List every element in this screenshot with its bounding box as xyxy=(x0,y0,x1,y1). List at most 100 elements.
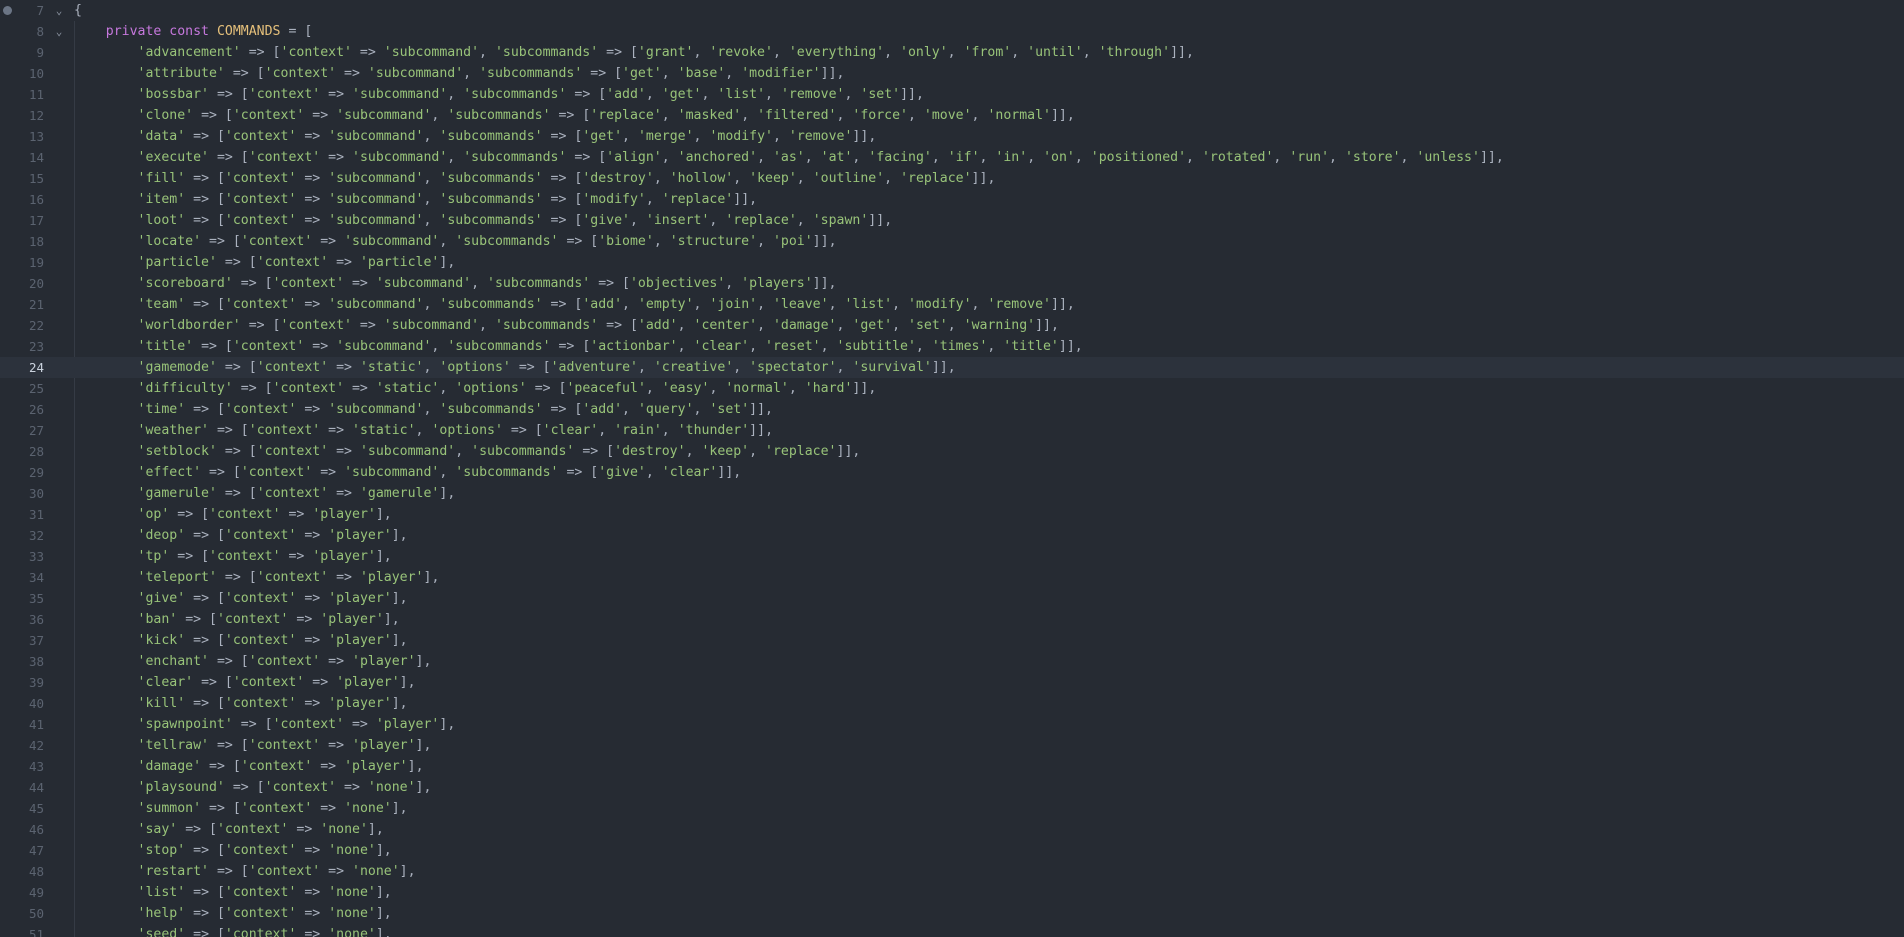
code-text: 'item' => ['context' => 'subcommand', 's… xyxy=(137,192,758,207)
code-line[interactable]: 7 ⌄ { xyxy=(0,0,1904,21)
code-text: 'enchant' => ['context' => 'player'], xyxy=(137,654,432,669)
code-line[interactable]: 17 'loot' => ['context' => 'subcommand',… xyxy=(0,210,1904,231)
code-line[interactable]: 26 'time' => ['context' => 'subcommand',… xyxy=(0,399,1904,420)
line-number: 23 xyxy=(28,339,44,354)
code-line[interactable]: 19 'particle' => ['context' => 'particle… xyxy=(0,252,1904,273)
code-line[interactable]: 48 'restart' => ['context' => 'none'], xyxy=(0,861,1904,882)
code-line[interactable]: 30 'gamerule' => ['context' => 'gamerule… xyxy=(0,483,1904,504)
code-editor[interactable]: 7 ⌄ {8 ⌄ private const COMMANDS = [9 'advan… xyxy=(0,0,1904,937)
code-line[interactable]: 16 'item' => ['context' => 'subcommand',… xyxy=(0,189,1904,210)
code-text: 'bossbar' => ['context' => 'subcommand',… xyxy=(137,87,924,102)
code-line[interactable]: 34 'teleport' => ['context' => 'player']… xyxy=(0,567,1904,588)
code-line[interactable]: 38 'enchant' => ['context' => 'player'], xyxy=(0,651,1904,672)
code-text: 'help' => ['context' => 'none'], xyxy=(137,906,392,921)
code-line[interactable]: 41 'spawnpoint' => ['context' => 'player… xyxy=(0,714,1904,735)
code-text: 'give' => ['context' => 'player'], xyxy=(137,591,408,606)
code-line[interactable]: 25 'difficulty' => ['context' => 'static… xyxy=(0,378,1904,399)
line-number: 8 xyxy=(36,24,44,39)
line-number: 11 xyxy=(28,87,44,102)
code-line[interactable]: 33 'tp' => ['context' => 'player'], xyxy=(0,546,1904,567)
code-line[interactable]: 21 'team' => ['context' => 'subcommand',… xyxy=(0,294,1904,315)
line-number: 22 xyxy=(28,318,44,333)
code-text: 'gamemode' => ['context' => 'static', 'o… xyxy=(137,360,956,375)
line-number: 36 xyxy=(28,612,44,627)
line-number: 40 xyxy=(28,696,44,711)
code-line[interactable]: 20 'scoreboard' => ['context' => 'subcom… xyxy=(0,273,1904,294)
line-number: 44 xyxy=(28,780,44,795)
code-text: 'deop' => ['context' => 'player'], xyxy=(137,528,408,543)
code-line[interactable]: 29 'effect' => ['context' => 'subcommand… xyxy=(0,462,1904,483)
line-number: 48 xyxy=(28,864,44,879)
line-number: 17 xyxy=(28,213,44,228)
code-line[interactable]: 23 'title' => ['context' => 'subcommand'… xyxy=(0,336,1904,357)
code-text: 'clone' => ['context' => 'subcommand', '… xyxy=(137,108,1075,123)
line-number: 33 xyxy=(28,549,44,564)
fold-chevron-icon[interactable]: ⌄ xyxy=(53,21,65,42)
code-line[interactable]: 18 'locate' => ['context' => 'subcommand… xyxy=(0,231,1904,252)
line-number: 51 xyxy=(28,927,44,937)
code-line[interactable]: 39 'clear' => ['context' => 'player'], xyxy=(0,672,1904,693)
code-line[interactable]: 43 'damage' => ['context' => 'player'], xyxy=(0,756,1904,777)
code-line[interactable]: 22 'worldborder' => ['context' => 'subco… xyxy=(0,315,1904,336)
line-number: 34 xyxy=(28,570,44,585)
code-text: 'difficulty' => ['context' => 'static', … xyxy=(137,381,877,396)
code-line[interactable]: 11 'bossbar' => ['context' => 'subcomman… xyxy=(0,84,1904,105)
line-number: 27 xyxy=(28,423,44,438)
code-line[interactable]: 32 'deop' => ['context' => 'player'], xyxy=(0,525,1904,546)
breakpoint-icon[interactable] xyxy=(3,6,12,15)
code-line[interactable]: 14 'execute' => ['context' => 'subcomman… xyxy=(0,147,1904,168)
line-number: 10 xyxy=(28,66,44,81)
code-line[interactable]: 15 'fill' => ['context' => 'subcommand',… xyxy=(0,168,1904,189)
line-number: 50 xyxy=(28,906,44,921)
code-line[interactable]: 50 'help' => ['context' => 'none'], xyxy=(0,903,1904,924)
code-line[interactable]: 27 'weather' => ['context' => 'static', … xyxy=(0,420,1904,441)
line-number: 21 xyxy=(28,297,44,312)
code-line[interactable]: 28 'setblock' => ['context' => 'subcomma… xyxy=(0,441,1904,462)
code-text: 'stop' => ['context' => 'none'], xyxy=(137,843,392,858)
code-line[interactable]: 47 'stop' => ['context' => 'none'], xyxy=(0,840,1904,861)
code-text: { xyxy=(74,3,82,18)
code-line[interactable]: 44 'playsound' => ['context' => 'none'], xyxy=(0,777,1904,798)
code-line[interactable]: 10 'attribute' => ['context' => 'subcomm… xyxy=(0,63,1904,84)
code-text: 'kick' => ['context' => 'player'], xyxy=(137,633,408,648)
code-line[interactable]: 24 'gamemode' => ['context' => 'static',… xyxy=(0,357,1904,378)
line-number: 19 xyxy=(28,255,44,270)
line-number: 43 xyxy=(28,759,44,774)
line-number: 49 xyxy=(28,885,44,900)
line-number: 35 xyxy=(28,591,44,606)
line-number: 28 xyxy=(28,444,44,459)
code-line[interactable]: 42 'tellraw' => ['context' => 'player'], xyxy=(0,735,1904,756)
code-text: 'execute' => ['context' => 'subcommand',… xyxy=(137,150,1504,165)
code-line[interactable]: 8 ⌄ private const COMMANDS = [ xyxy=(0,21,1904,42)
code-text: 'advancement' => ['context' => 'subcomma… xyxy=(137,45,1194,60)
code-text: 'op' => ['context' => 'player'], xyxy=(137,507,392,522)
code-line[interactable]: 36 'ban' => ['context' => 'player'], xyxy=(0,609,1904,630)
code-text: 'title' => ['context' => 'subcommand', '… xyxy=(137,339,1083,354)
fold-chevron-icon[interactable]: ⌄ xyxy=(53,0,65,21)
code-line[interactable]: 45 'summon' => ['context' => 'none'], xyxy=(0,798,1904,819)
code-line[interactable]: 51 'seed' => ['context' => 'none'], xyxy=(0,924,1904,937)
code-text: 'fill' => ['context' => 'subcommand', 's… xyxy=(137,171,996,186)
line-number: 20 xyxy=(28,276,44,291)
code-line[interactable]: 37 'kick' => ['context' => 'player'], xyxy=(0,630,1904,651)
line-number: 42 xyxy=(28,738,44,753)
code-line[interactable]: 31 'op' => ['context' => 'player'], xyxy=(0,504,1904,525)
line-number: 25 xyxy=(28,381,44,396)
line-number: 32 xyxy=(28,528,44,543)
code-text: 'summon' => ['context' => 'none'], xyxy=(137,801,408,816)
code-text: 'worldborder' => ['context' => 'subcomma… xyxy=(137,318,1059,333)
code-line[interactable]: 9 'advancement' => ['context' => 'subcom… xyxy=(0,42,1904,63)
line-number: 14 xyxy=(28,150,44,165)
code-text: 'tp' => ['context' => 'player'], xyxy=(137,549,392,564)
line-number: 31 xyxy=(28,507,44,522)
code-line[interactable]: 13 'data' => ['context' => 'subcommand',… xyxy=(0,126,1904,147)
code-line[interactable]: 35 'give' => ['context' => 'player'], xyxy=(0,588,1904,609)
code-text: 'attribute' => ['context' => 'subcommand… xyxy=(137,66,845,81)
code-line[interactable]: 46 'say' => ['context' => 'none'], xyxy=(0,819,1904,840)
code-line[interactable]: 12 'clone' => ['context' => 'subcommand'… xyxy=(0,105,1904,126)
code-text: 'playsound' => ['context' => 'none'], xyxy=(137,780,432,795)
code-text: 'locate' => ['context' => 'subcommand', … xyxy=(137,234,837,249)
line-number: 26 xyxy=(28,402,44,417)
code-line[interactable]: 49 'list' => ['context' => 'none'], xyxy=(0,882,1904,903)
code-line[interactable]: 40 'kill' => ['context' => 'player'], xyxy=(0,693,1904,714)
